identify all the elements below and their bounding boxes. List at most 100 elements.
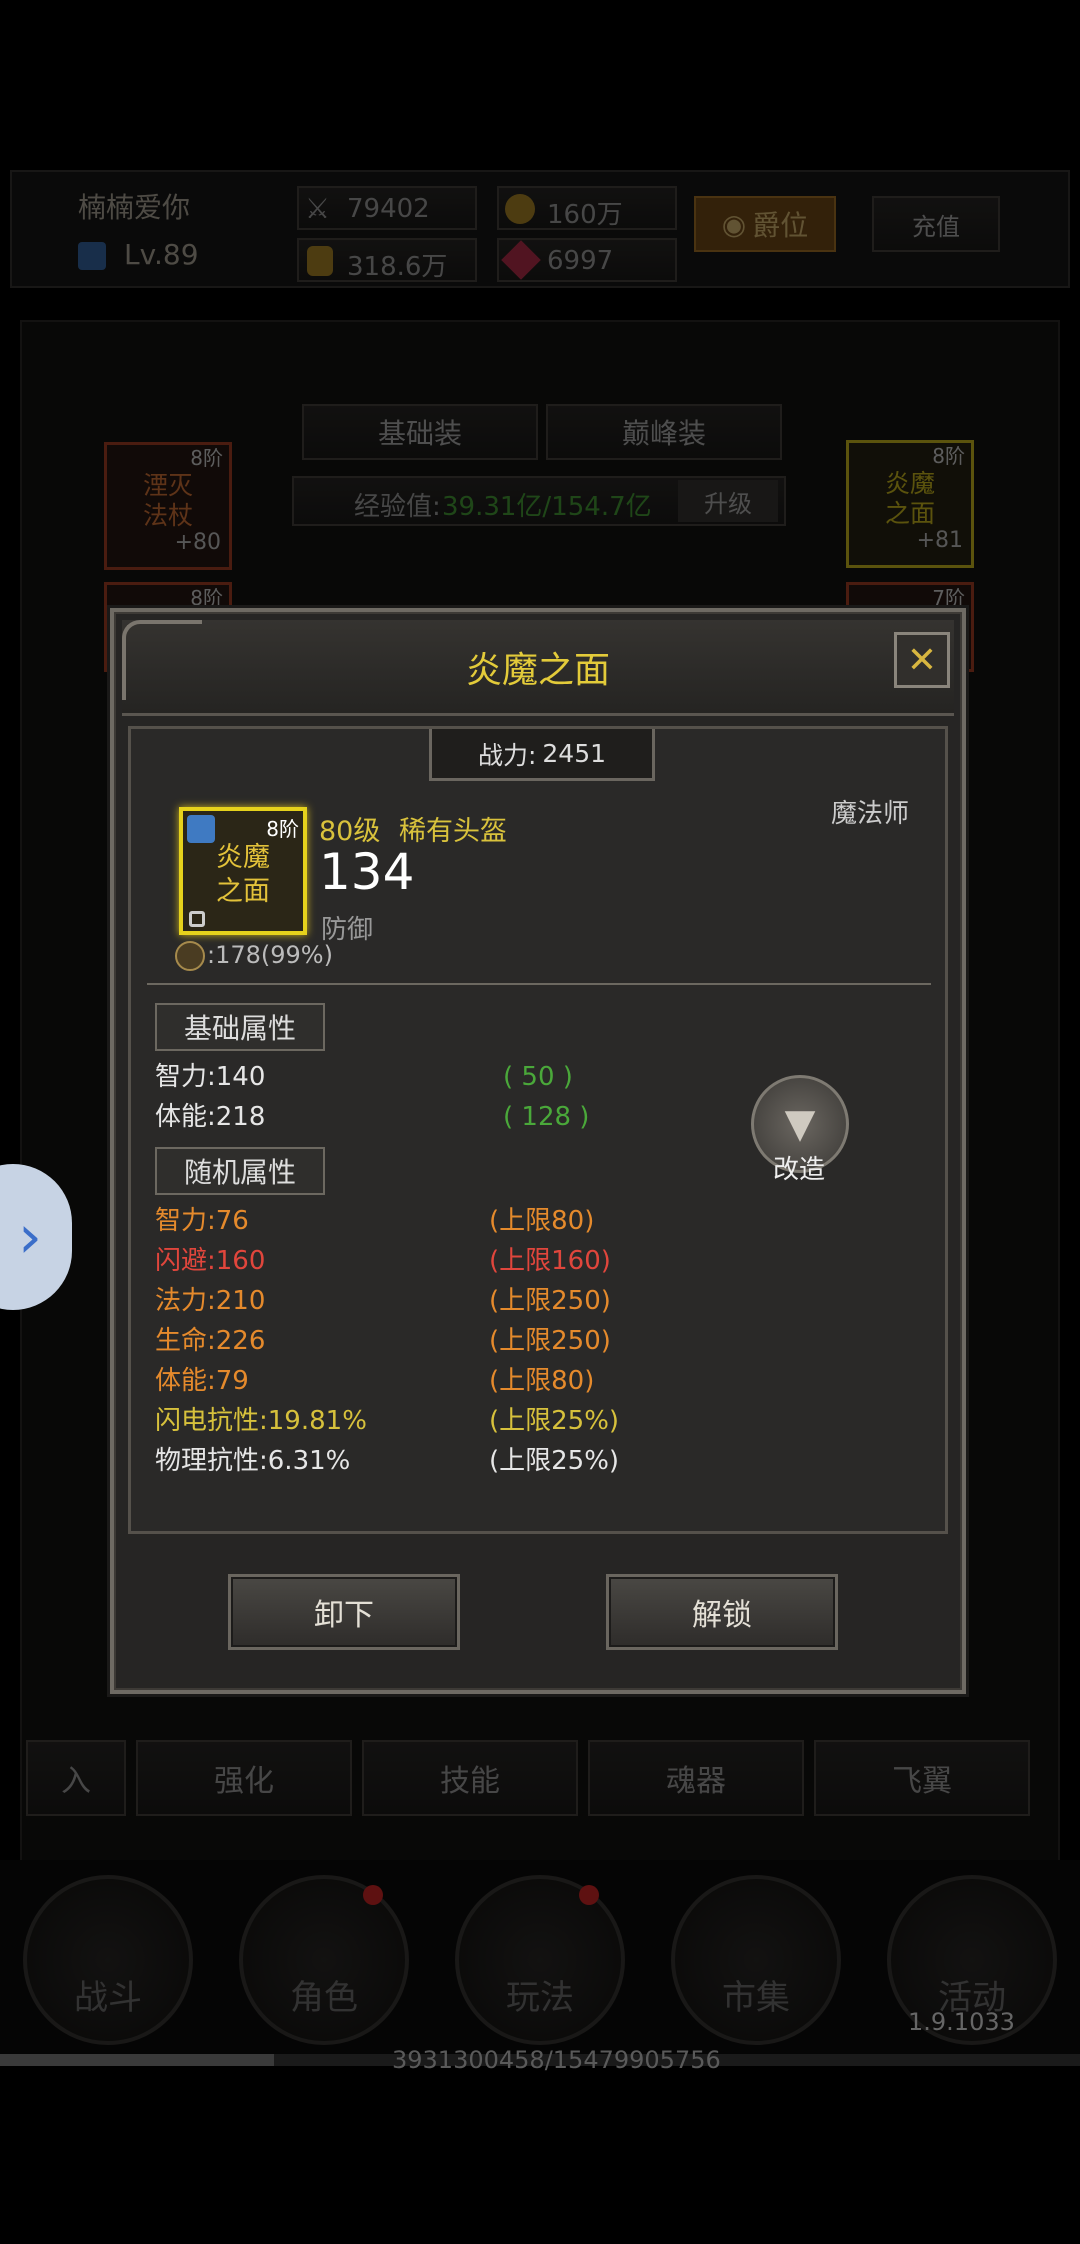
tab-soul-label: 魂器 xyxy=(666,1764,726,1799)
tab-skill-label: 技能 xyxy=(440,1764,500,1799)
rank-button-label: 爵位 xyxy=(752,209,809,242)
rank-button[interactable]: ◉ 爵位 xyxy=(694,196,836,252)
nav-market[interactable]: 市集 xyxy=(671,1875,841,2045)
progress-fill xyxy=(0,2054,275,2066)
base-attr-bonus-1: ( 128 ) xyxy=(503,1102,590,1132)
shield-icon xyxy=(187,815,215,843)
exp-label: 经验值: xyxy=(354,492,441,522)
right-slot-plus: +81 xyxy=(916,528,963,553)
unlock-button-label: 解锁 xyxy=(692,1598,752,1633)
tab-skill[interactable]: 技能 xyxy=(362,1740,578,1816)
power-label: 战力: xyxy=(477,740,537,770)
item-tier: 8阶 xyxy=(266,817,299,841)
player-name: 楠楠爱你 xyxy=(78,191,191,224)
armor-icon: ▼ xyxy=(784,1101,816,1147)
nav-gameplay-label: 玩法 xyxy=(506,1978,574,2018)
tab-enhance[interactable]: 强化 xyxy=(136,1740,352,1816)
left-slot-name: 湮灭法杖 xyxy=(142,471,193,530)
random-attr-limit-4: (上限80) xyxy=(489,1366,595,1396)
right-slot-tier: 8阶 xyxy=(932,444,965,468)
hp-box: 318.6万 xyxy=(297,238,477,282)
random-attr-name-1: 闪避:160 xyxy=(155,1246,266,1276)
power-value: 2451 xyxy=(542,739,607,768)
unequip-button-label: 卸下 xyxy=(314,1598,374,1633)
gem-value: 6997 xyxy=(547,246,614,276)
base-attr-bonus-0: ( 50 ) xyxy=(503,1062,573,1092)
close-button[interactable]: ✕ xyxy=(894,632,950,688)
sword-icon: ⚔ xyxy=(305,192,331,225)
bottom-tab-bar: 入 强化 技能 魂器 飞翼 xyxy=(20,1740,1060,1824)
random-attr-limit-6: (上限25%) xyxy=(489,1446,620,1476)
upgrade-button-label: 升级 xyxy=(704,489,752,518)
recharge-button[interactable]: 充值 xyxy=(872,196,1000,252)
shield-icon xyxy=(78,242,106,270)
coin-icon xyxy=(505,194,535,224)
random-attr-name-2: 法力:210 xyxy=(155,1286,266,1316)
tab-wing-label: 飞翼 xyxy=(892,1764,952,1799)
tab-enhance-label: 强化 xyxy=(214,1764,274,1799)
title-ornament-left-icon xyxy=(122,620,202,700)
random-attr-name-3: 生命:226 xyxy=(155,1326,266,1356)
left-equip-slot[interactable]: 8阶 湮灭法杖 +80 xyxy=(104,442,232,570)
base-attr-header: 基础属性 xyxy=(155,1003,325,1051)
hp-value: 318.6万 xyxy=(347,252,448,282)
version-label: 1.9.1033 xyxy=(908,2008,1015,2036)
item-dialog: 炎魔之面 ✕ 战力: 2451 8阶 炎魔之面 80级 稀有头盔 魔法师 134 … xyxy=(110,608,966,1694)
durability-value: :178(99%) xyxy=(207,941,333,969)
nav-market-label: 市集 xyxy=(722,1978,790,2018)
random-attr-name-0: 智力:76 xyxy=(155,1206,249,1236)
item-icon-name: 炎魔之面 xyxy=(216,842,270,907)
potion-icon xyxy=(307,246,333,276)
nav-battle-label: 战斗 xyxy=(74,1978,142,2018)
eye-icon: ◉ xyxy=(721,207,747,241)
reforge-label: 改造 xyxy=(773,1155,826,1185)
power-plaque: 战力: 2451 xyxy=(429,729,655,781)
durability-icon xyxy=(175,941,205,971)
random-attr-header-label: 随机属性 xyxy=(183,1156,296,1189)
gem-box: 6997 xyxy=(497,238,677,282)
notification-dot xyxy=(579,1885,599,1905)
top-header: 楠楠爱你 Lv.89 ⚔ 79402 160万 318.6万 6997 ◉ 爵位 … xyxy=(10,170,1070,288)
nav-battle[interactable]: 战斗 xyxy=(23,1875,193,2045)
player-level: Lv.89 xyxy=(124,238,199,271)
recharge-button-label: 充值 xyxy=(912,212,960,241)
upgrade-button[interactable]: 升级 xyxy=(678,480,778,522)
power-box: ⚔ 79402 xyxy=(297,186,477,230)
gold-value: 160万 xyxy=(547,200,623,230)
tab-soul[interactable]: 魂器 xyxy=(588,1740,804,1816)
footer-counter: 3931300458/15479905756 xyxy=(392,2046,721,2074)
random-attr-name-4: 体能:79 xyxy=(155,1366,249,1396)
nav-character[interactable]: 角色 xyxy=(239,1875,409,2045)
tab-enter[interactable]: 入 xyxy=(26,1740,126,1816)
tab-peak-label: 巅峰装 xyxy=(621,417,706,450)
tab-basic-equip[interactable]: 基础装 xyxy=(302,404,538,460)
notification-dot xyxy=(363,1885,383,1905)
random-attr-limit-5: (上限25%) xyxy=(489,1406,620,1436)
tab-peak-equip[interactable]: 巅峰装 xyxy=(546,404,782,460)
right-slot-name: 炎魔之面 xyxy=(884,469,935,528)
tab-wing[interactable]: 飞翼 xyxy=(814,1740,1030,1816)
random-attr-name-5: 闪电抗性:19.81% xyxy=(155,1406,367,1436)
exp-bar: 经验值: 39.31亿/154.7亿 升级 xyxy=(292,476,786,526)
gold-box: 160万 xyxy=(497,186,677,230)
dialog-content: 战力: 2451 8阶 炎魔之面 80级 稀有头盔 魔法师 134 防御 :178… xyxy=(128,726,948,1534)
base-attr-name-1: 体能:218 xyxy=(155,1102,266,1132)
item-rarity: 稀有头盔 xyxy=(399,816,507,847)
base-attr-header-label: 基础属性 xyxy=(183,1012,296,1045)
random-attr-limit-2: (上限250) xyxy=(489,1286,611,1316)
random-attr-limit-0: (上限80) xyxy=(489,1206,595,1236)
main-stat-value: 134 xyxy=(319,843,415,901)
item-icon: 8阶 炎魔之面 xyxy=(179,807,307,935)
base-attr-name-0: 智力:140 xyxy=(155,1062,266,1092)
random-attr-limit-3: (上限250) xyxy=(489,1326,611,1356)
exp-value: 39.31亿/154.7亿 xyxy=(442,492,652,522)
close-icon: ✕ xyxy=(906,639,938,681)
unequip-button[interactable]: 卸下 xyxy=(228,1574,460,1650)
right-equip-slot[interactable]: 8阶 炎魔之面 +81 xyxy=(846,440,974,568)
unlock-button[interactable]: 解锁 xyxy=(606,1574,838,1650)
tab-enter-label: 入 xyxy=(61,1764,91,1799)
tab-basic-label: 基础装 xyxy=(377,417,462,450)
nav-gameplay[interactable]: 玩法 xyxy=(455,1875,625,2045)
chevron-right-icon: › xyxy=(18,1202,42,1272)
item-class: 魔法师 xyxy=(831,799,910,829)
